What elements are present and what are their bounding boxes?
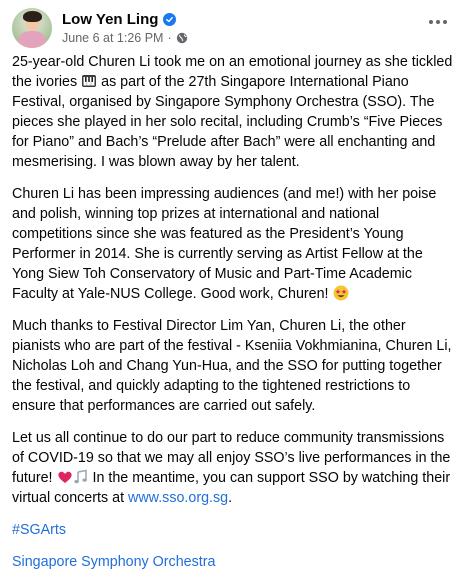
star-struck-emoji-icon (333, 285, 349, 301)
verified-badge-icon (163, 12, 177, 26)
globe-icon[interactable] (176, 32, 188, 44)
meta-separator: · (167, 31, 172, 45)
post-paragraph-2: Churen Li has been impressing audiences … (12, 184, 455, 304)
author-name[interactable]: Low Yen Ling (62, 11, 158, 28)
paragraph-text: Churen Li has been impressing audiences … (12, 186, 437, 302)
post-body: 25-year-old Churen Li took me on an emot… (12, 52, 455, 572)
post-timestamp[interactable]: June 6 at 1:26 PM (62, 31, 163, 45)
post-paragraph-4: Let us all continue to do our part to re… (12, 428, 455, 508)
hashtag-link[interactable]: #SGArts (12, 520, 455, 540)
sso-website-link[interactable]: www.sso.org.sg (128, 490, 228, 506)
post-meta: June 6 at 1:26 PM · (62, 30, 188, 46)
avatar[interactable] (12, 8, 52, 48)
facebook-post: Low Yen Ling June 6 at 1:26 PM · 25-year… (0, 0, 465, 570)
more-options-icon[interactable] (423, 10, 453, 34)
author-row: Low Yen Ling (62, 9, 177, 29)
post-paragraph-1: 25-year-old Churen Li took me on an emot… (12, 52, 455, 172)
post-paragraph-3: Much thanks to Festival Director Lim Yan… (12, 316, 455, 416)
post-header: Low Yen Ling June 6 at 1:26 PM · (12, 8, 453, 48)
paragraph-text: . (228, 490, 233, 506)
paragraph-text: Much thanks to Festival Director Lim Yan… (12, 318, 452, 414)
heart-emoji-icon (57, 469, 73, 485)
piano-emoji-icon (81, 73, 97, 89)
page-mention-link[interactable]: Singapore Symphony Orchestra (12, 552, 455, 572)
music-notes-emoji-icon (73, 469, 89, 485)
